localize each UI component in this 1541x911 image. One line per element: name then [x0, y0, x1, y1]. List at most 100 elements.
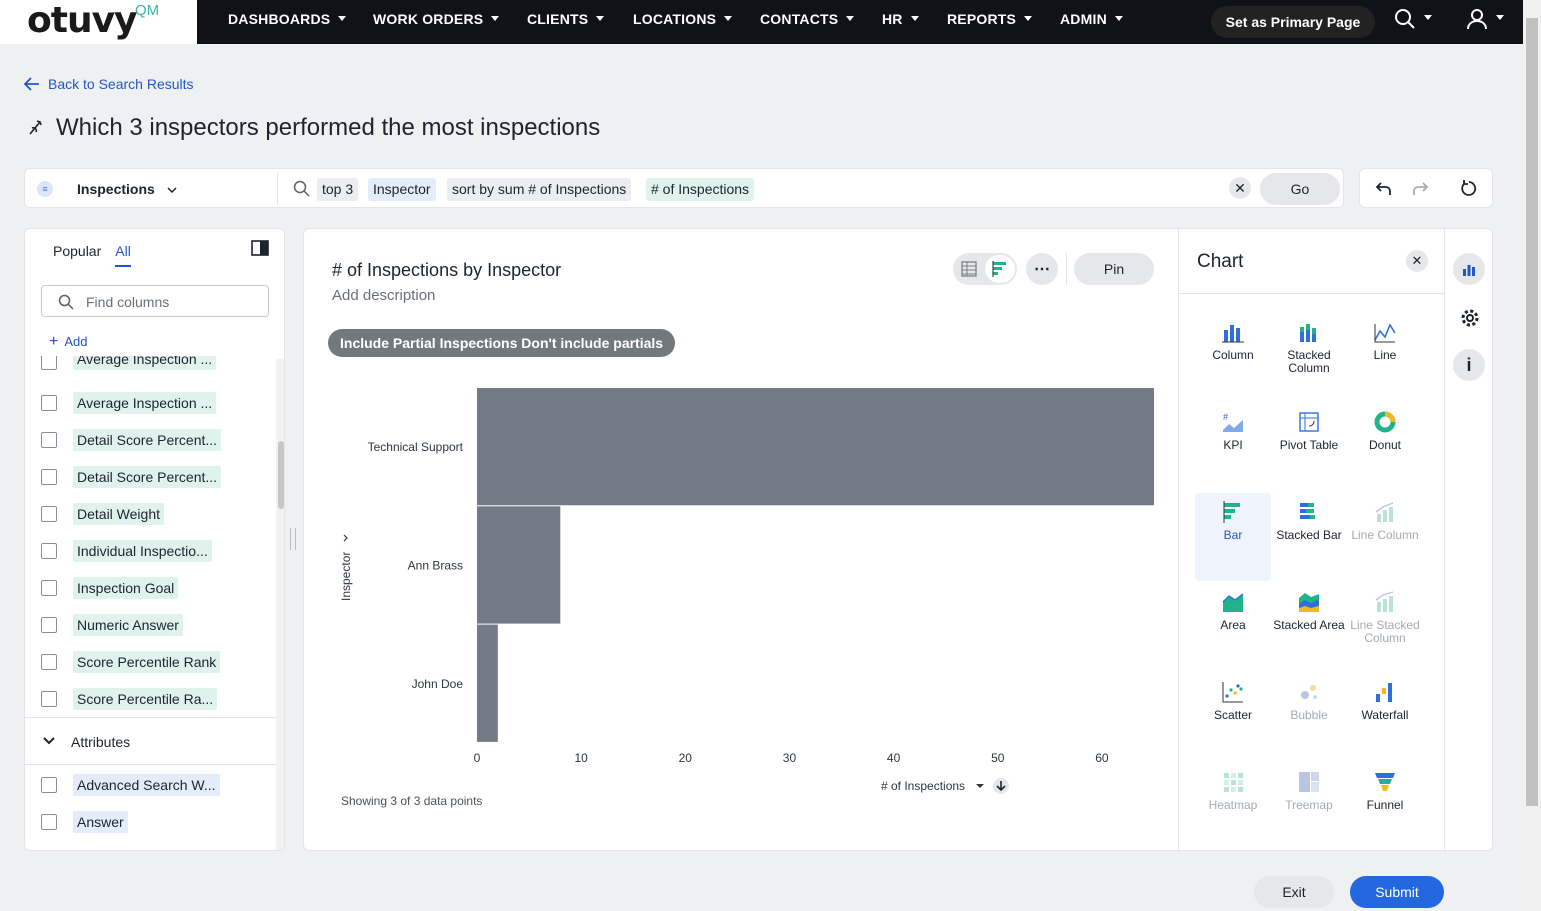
- search-menu[interactable]: [1394, 8, 1432, 30]
- columns-scrollbar[interactable]: [276, 359, 284, 850]
- list-item[interactable]: Score Percentile Rank: [41, 651, 221, 673]
- checkbox[interactable]: [41, 543, 57, 559]
- table-icon[interactable]: [961, 261, 977, 277]
- chart-type-treemap: Treemap: [1271, 763, 1347, 851]
- list-item[interactable]: Inspection Goal: [41, 577, 179, 599]
- add-description[interactable]: Add description: [332, 287, 435, 304]
- nav-dashboards[interactable]: DASHBOARDS: [228, 11, 347, 27]
- chart-type-stacked-bar[interactable]: Stacked Bar: [1271, 493, 1347, 581]
- attributes-section-header[interactable]: Attributes: [25, 717, 276, 765]
- scrollbar-thumb[interactable]: [278, 441, 284, 509]
- list-item[interactable]: Average Inspection ...: [41, 392, 217, 414]
- chart-type-funnel[interactable]: Funnel: [1347, 763, 1423, 851]
- checkbox[interactable]: [41, 395, 57, 411]
- tab-popular[interactable]: Popular: [53, 243, 101, 267]
- data-source-select[interactable]: Inspections: [77, 181, 177, 197]
- go-button[interactable]: Go: [1260, 173, 1340, 205]
- redo-icon[interactable]: [1411, 180, 1429, 198]
- chart-title[interactable]: # of Inspections by Inspector: [332, 260, 561, 281]
- checkbox[interactable]: [41, 691, 57, 707]
- filter-chip[interactable]: Include Partial Inspections Don't includ…: [328, 329, 676, 357]
- list-item[interactable]: Average Inspection ...: [41, 356, 217, 370]
- checkbox[interactable]: [41, 654, 57, 670]
- search-token[interactable]: Inspector: [368, 178, 436, 201]
- checkbox[interactable]: [41, 469, 57, 485]
- collapse-panel-icon[interactable]: [251, 240, 269, 256]
- list-item[interactable]: Individual Inspectio...: [41, 540, 212, 562]
- chart-type-donut[interactable]: Donut: [1347, 403, 1423, 491]
- chart-view-button[interactable]: [985, 255, 1015, 283]
- chart-type-label: Stacked Area: [1273, 618, 1345, 632]
- exit-button[interactable]: Exit: [1254, 876, 1334, 908]
- chart-type-pivot-table[interactable]: Pivot Table: [1271, 403, 1347, 491]
- list-item[interactable]: Advanced Search W...: [41, 774, 220, 796]
- nav-locations[interactable]: LOCATIONS: [633, 11, 733, 27]
- chart-bar[interactable]: [477, 506, 561, 624]
- nav-contacts[interactable]: CONTACTS: [760, 11, 855, 27]
- nav-label: CLIENTS: [527, 11, 589, 27]
- list-item[interactable]: Score Percentile Ra...: [41, 688, 218, 710]
- chart-type-waterfall[interactable]: Waterfall: [1347, 673, 1423, 761]
- chart-type-line-column: Line Column: [1347, 493, 1423, 581]
- chart-settings-button[interactable]: [1453, 253, 1485, 285]
- search-token[interactable]: # of Inspections: [646, 178, 755, 201]
- chart-type-scatter[interactable]: Scatter: [1195, 673, 1271, 761]
- find-columns-input[interactable]: Find columns: [41, 285, 269, 317]
- checkbox[interactable]: [41, 580, 57, 596]
- list-item[interactable]: Detail Score Percent...: [41, 466, 222, 488]
- undo-icon[interactable]: [1375, 180, 1393, 198]
- set-primary-page-button[interactable]: Set as Primary Page: [1211, 6, 1375, 38]
- submit-button[interactable]: Submit: [1350, 876, 1444, 908]
- logo[interactable]: otuvy QM: [0, 0, 197, 44]
- nav-clients[interactable]: CLIENTS: [527, 11, 605, 27]
- data-source-label: Inspections: [77, 181, 155, 197]
- checkbox[interactable]: [41, 506, 57, 522]
- ai-spark-icon: [29, 120, 42, 135]
- search-token[interactable]: sort by sum # of Inspections: [447, 178, 632, 201]
- close-chart-panel-button[interactable]: ✕: [1406, 250, 1428, 272]
- nav-work-orders[interactable]: WORK ORDERS: [373, 11, 500, 27]
- checkbox[interactable]: [41, 777, 57, 793]
- add-column-button[interactable]: + Add: [49, 333, 87, 351]
- search-token[interactable]: top 3: [317, 178, 359, 201]
- gear-icon[interactable]: [1459, 307, 1481, 334]
- chart-type-column[interactable]: Column: [1195, 313, 1271, 401]
- checkbox[interactable]: [41, 432, 57, 448]
- chart-type-area[interactable]: Area: [1195, 583, 1271, 671]
- nav-label: REPORTS: [947, 11, 1017, 27]
- nav-label: ADMIN: [1060, 11, 1107, 27]
- chart-type-line[interactable]: Line: [1347, 313, 1423, 401]
- checkbox[interactable]: [41, 617, 57, 633]
- list-item[interactable]: Numeric Answer: [41, 614, 183, 636]
- chart-bar[interactable]: [477, 388, 1154, 506]
- nav-reports[interactable]: REPORTS: [947, 11, 1033, 27]
- chart-type-bar[interactable]: Bar: [1195, 493, 1271, 581]
- list-item[interactable]: Detail Weight: [41, 503, 165, 525]
- data-source-icon: ≡: [37, 181, 53, 197]
- reset-icon[interactable]: [1460, 179, 1478, 197]
- checkbox[interactable]: [41, 356, 57, 370]
- heatmap-chart-icon: [1224, 773, 1243, 792]
- history-controls: [1359, 168, 1493, 208]
- user-menu[interactable]: [1466, 8, 1504, 30]
- tab-all[interactable]: All: [115, 243, 131, 267]
- page-scrollbar[interactable]: [1523, 0, 1541, 911]
- list-item[interactable]: Answer: [41, 811, 128, 833]
- more-options-button[interactable]: ⋯: [1026, 253, 1058, 285]
- scrollbar-thumb[interactable]: [1526, 18, 1538, 806]
- nav-hr[interactable]: HR: [882, 11, 919, 27]
- back-link[interactable]: Back to Search Results: [24, 76, 194, 92]
- column-chip: Average Inspection ...: [73, 392, 217, 414]
- chart-bar[interactable]: [477, 624, 498, 742]
- x-tick-label: 20: [679, 751, 693, 765]
- chart-type-kpi[interactable]: # KPI: [1195, 403, 1271, 491]
- pin-button[interactable]: Pin: [1074, 253, 1154, 285]
- chart-type-stacked-column[interactable]: Stacked Column: [1271, 313, 1347, 401]
- clear-search-button[interactable]: ✕: [1229, 177, 1251, 199]
- nav-admin[interactable]: ADMIN: [1060, 11, 1123, 27]
- checkbox[interactable]: [41, 814, 57, 830]
- chart-type-stacked-area[interactable]: Stacked Area: [1271, 583, 1347, 671]
- list-item[interactable]: Detail Score Percent...: [41, 429, 222, 451]
- resize-handle[interactable]: [290, 528, 296, 550]
- info-button[interactable]: i: [1453, 349, 1485, 381]
